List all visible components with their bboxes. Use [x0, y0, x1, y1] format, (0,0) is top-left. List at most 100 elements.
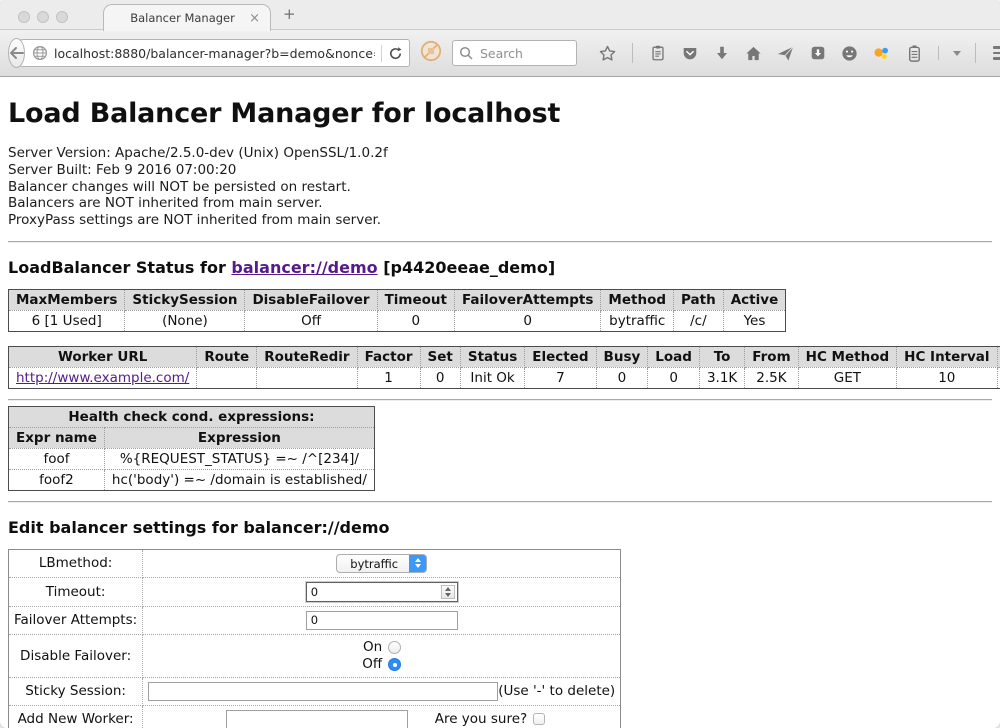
- table-header-row: Expr name Expression: [9, 427, 375, 448]
- clipboard-icon[interactable]: [647, 43, 668, 64]
- timeout-label: Timeout:: [9, 577, 143, 606]
- table-cell: 6 [1 Used]: [9, 310, 125, 331]
- dropdown-caret-icon[interactable]: [953, 51, 961, 56]
- table-header-cell: StickySession: [125, 289, 245, 310]
- sticky-session-input[interactable]: [148, 682, 498, 701]
- are-you-sure-label: Are you sure?: [435, 711, 528, 727]
- table-header-cell: FailoverAttempts: [455, 289, 601, 310]
- inherit-note-line: Balancers are NOT inherited from main se…: [8, 195, 992, 212]
- table-cell: /c/: [674, 310, 724, 331]
- battery-icon[interactable]: [903, 43, 924, 64]
- health-table-title: Health check cond. expressions:: [9, 406, 375, 427]
- worker-url-cell: http://www.example.com/: [9, 367, 197, 388]
- table-header-cell: Busy: [596, 346, 648, 367]
- divider: [8, 501, 992, 503]
- server-version-line: Server Version: Apache/2.5.0-dev (Unix) …: [8, 145, 992, 162]
- table-cell: Init Ok: [460, 367, 524, 388]
- lbmethod-selected-value: bytraffic: [337, 555, 409, 572]
- table-header-cell: RouteRedir: [257, 346, 357, 367]
- page-content: Load Balancer Manager for localhost Serv…: [0, 98, 1000, 728]
- smiley-icon[interactable]: [839, 43, 860, 64]
- table-cell: [197, 367, 257, 388]
- new-tab-button[interactable]: +: [283, 7, 296, 22]
- table-cell: (None): [125, 310, 245, 331]
- table-cell: Yes: [723, 310, 786, 331]
- failover-attempts-input[interactable]: [306, 611, 458, 630]
- table-cell: 0: [455, 310, 601, 331]
- search-bar[interactable]: [452, 40, 577, 66]
- send-icon[interactable]: [775, 43, 796, 64]
- home-icon[interactable]: [743, 43, 764, 64]
- table-header-cell: Elected: [525, 346, 596, 367]
- globe-icon: [32, 45, 48, 61]
- window-zoom-button[interactable]: [56, 11, 68, 23]
- search-input[interactable]: [478, 45, 570, 62]
- are-you-sure-checkbox[interactable]: [533, 713, 545, 725]
- server-info: Server Version: Apache/2.5.0-dev (Unix) …: [8, 145, 992, 229]
- table-cell: 1: [357, 367, 420, 388]
- balancer-demo-link[interactable]: balancer://demo: [231, 258, 377, 277]
- balancer-status-table: MaxMembers StickySession DisableFailover…: [8, 289, 786, 332]
- table-cell: [257, 367, 357, 388]
- add-worker-input[interactable]: [226, 710, 408, 728]
- form-row-add-worker: Add New Worker: Are you sure?: [9, 705, 621, 728]
- address-bar[interactable]: localhost:8880/balancer-manager?b=demo&n…: [10, 39, 410, 67]
- tab-close-icon[interactable]: ×: [247, 12, 262, 25]
- sticky-session-label: Sticky Session:: [9, 677, 143, 705]
- navigation-toolbar: localhost:8880/balancer-manager?b=demo&n…: [0, 30, 1000, 77]
- tab-title: Balancer Manager: [118, 11, 247, 25]
- form-row-sticky: Sticky Session: (Use '-' to delete): [9, 677, 621, 705]
- reload-icon[interactable]: [388, 46, 403, 61]
- colored-dots-icon[interactable]: [871, 43, 892, 64]
- table-header-row: Worker URL Route RouteRedir Factor Set S…: [9, 346, 1000, 367]
- table-header-cell: Expr name: [9, 427, 105, 448]
- edit-settings-heading: Edit balancer settings for balancer://de…: [8, 518, 992, 537]
- table-cell: 0: [648, 367, 700, 388]
- table-header-cell: Set: [420, 346, 460, 367]
- table-cell: 7: [525, 367, 596, 388]
- table-header-cell: Active: [723, 289, 786, 310]
- menu-icon[interactable]: [990, 43, 1000, 64]
- worker-status-table: Worker URL Route RouteRedir Factor Set S…: [8, 346, 1000, 389]
- page-title: Load Balancer Manager for localhost: [8, 98, 992, 129]
- urlbar-separator: [381, 45, 382, 62]
- table-header-cell: Timeout: [377, 289, 454, 310]
- url-text[interactable]: localhost:8880/balancer-manager?b=demo&n…: [54, 46, 375, 61]
- table-header-cell: DisableFailover: [245, 289, 377, 310]
- blocked-content-icon[interactable]: [420, 40, 442, 66]
- divider: [8, 399, 992, 401]
- form-row-failover: Failover Attempts:: [9, 606, 621, 634]
- server-built-line: Server Built: Feb 9 2016 07:00:20: [8, 162, 992, 179]
- lbmethod-select[interactable]: bytraffic: [336, 554, 427, 573]
- table-header-cell: HC Method: [798, 346, 897, 367]
- form-row-lbmethod: LBmethod: bytraffic: [9, 549, 621, 577]
- disable-failover-off-radio[interactable]: [388, 658, 401, 671]
- add-worker-label: Add New Worker:: [9, 705, 143, 728]
- table-cell: Off: [245, 310, 377, 331]
- table-cell: 3.1K: [699, 367, 744, 388]
- timeout-input[interactable]: [307, 583, 439, 601]
- table-header-cell: Factor: [357, 346, 420, 367]
- table-row: foof %{REQUEST_STATUS} =~ /^[234]/: [9, 448, 375, 469]
- window-minimize-button[interactable]: [37, 11, 49, 23]
- download-icon[interactable]: [711, 43, 732, 64]
- tab-balancer-manager[interactable]: Balancer Manager ×: [103, 4, 271, 31]
- disable-failover-label: Disable Failover:: [9, 634, 143, 677]
- table-header-cell: Route: [197, 346, 257, 367]
- bookmark-star-icon[interactable]: [597, 43, 618, 64]
- add-worker-cell: Are you sure?: [143, 705, 621, 728]
- expr-name-cell: foof2: [9, 469, 105, 490]
- number-spinner-icon[interactable]: [441, 585, 455, 599]
- select-stepper-icon[interactable]: [409, 555, 426, 572]
- health-check-table: Health check cond. expressions: Expr nam…: [8, 406, 375, 491]
- back-button[interactable]: [8, 38, 25, 68]
- worker-url-link[interactable]: http://www.example.com/: [16, 370, 189, 386]
- table-row: foof2 hc('body') =~ /domain is establish…: [9, 469, 375, 490]
- toolbar-separator: [632, 43, 633, 63]
- table-header-cell: Load: [648, 346, 700, 367]
- disable-failover-on-radio[interactable]: [388, 641, 401, 654]
- window-close-button[interactable]: [18, 11, 30, 23]
- pocket-icon[interactable]: [679, 43, 700, 64]
- square-download-icon[interactable]: [807, 43, 828, 64]
- radio-off-label: Off: [362, 656, 382, 672]
